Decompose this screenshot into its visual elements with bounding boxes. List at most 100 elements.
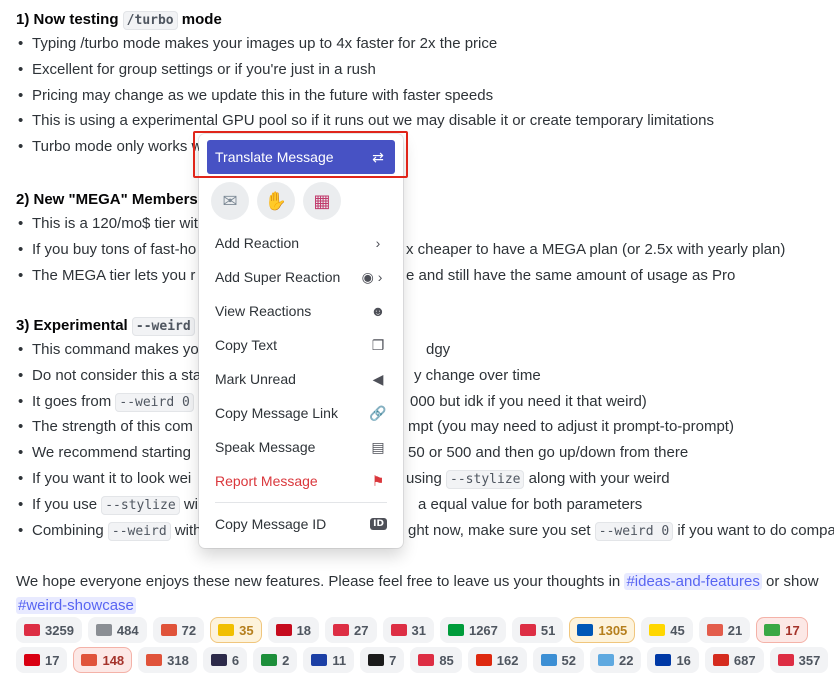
reaction-flag-kenya[interactable]: 7	[360, 647, 405, 673]
reaction-skull-crossbones[interactable]: 484	[87, 617, 147, 643]
reaction-red-symbol[interactable]: 51	[511, 617, 564, 643]
inline-code: --weird 0	[594, 521, 674, 541]
list-item: The MEGA tier lets you re and still have…	[16, 265, 735, 291]
section-heading: 2) New "MEGA" Members	[16, 191, 198, 208]
reaction-count: 27	[354, 622, 369, 638]
skull-crossbones-icon	[95, 624, 112, 636]
pixel-art-icon[interactable]: ▦	[303, 182, 341, 220]
reaction-red-heart-bandaged[interactable]: 21	[698, 617, 751, 643]
reaction-red-badge[interactable]: 72	[152, 617, 205, 643]
earth-globe-icon	[540, 654, 557, 666]
reaction-count: 17	[45, 652, 60, 668]
reaction-count: 17	[785, 622, 800, 638]
add-reaction-item[interactable]: Add Reaction ›	[207, 226, 395, 260]
speak-icon: ▤	[371, 438, 385, 455]
menu-divider	[215, 502, 387, 503]
inline-code: --stylize	[446, 469, 525, 489]
reaction-flag-spain[interactable]: 18	[267, 617, 320, 643]
red-symbol-icon	[519, 624, 536, 636]
reaction-count: 11	[332, 652, 347, 668]
vulcan-hand-icon[interactable]: ✋	[257, 182, 295, 220]
red-stamp-icon	[418, 654, 435, 666]
reaction-flag-armenia[interactable]: 17	[16, 647, 68, 673]
reaction-green-invader[interactable]: 17	[756, 617, 808, 643]
translate-icon: ⇄	[372, 148, 384, 165]
section-heading: 3) Experimental --weird	[16, 316, 202, 337]
flag-ukraine-icon	[649, 624, 666, 636]
reaction-flag-thailand[interactable]: 6	[202, 647, 248, 673]
reaction-red-stamp[interactable]: 85	[410, 647, 462, 673]
list-item: It goes from --weird 0000 but idk if you…	[16, 391, 647, 417]
list-item: This is a 120/mo$ tier wit	[16, 213, 198, 239]
reaction-flag-chile[interactable]: 16	[647, 647, 699, 673]
outro-text: We hope everyone enjoys these new featur…	[16, 573, 819, 614]
reaction-flag-brazil[interactable]: 1267	[439, 617, 506, 643]
red-flag-badge-icon	[777, 654, 794, 666]
reaction-red-flag-badge[interactable]: 357	[769, 647, 829, 673]
reaction-earth-globe[interactable]: 22	[589, 647, 642, 673]
section-weird: 3) Experimental --weird This command mak…	[16, 316, 834, 545]
inline-code: --stylize	[101, 495, 180, 515]
inline-code: --weird	[107, 521, 171, 541]
channel-link-weird-showcase[interactable]: #weird-showcase	[16, 597, 136, 614]
reaction-count: 18	[296, 622, 312, 638]
reaction-count: 148	[102, 652, 125, 668]
channel-link-ideas[interactable]: #ideas-and-features	[624, 573, 762, 590]
quick-reactions: ✉ ✋ ▦	[207, 174, 395, 226]
copy-message-id-item[interactable]: Copy Message ID ID	[207, 507, 395, 541]
envelope-icon[interactable]: ✉	[211, 182, 249, 220]
reaction-earth-globe[interactable]: 52	[532, 647, 584, 673]
copy-icon: ❐	[371, 336, 385, 353]
red-heart-icon	[24, 624, 40, 636]
flag-spain-icon	[275, 624, 292, 636]
reaction-party-popper[interactable]: 148	[73, 647, 133, 673]
reaction-flag-ukraine[interactable]: 1305	[569, 617, 636, 643]
party-popper-icon	[81, 654, 98, 666]
reaction-count: 35	[239, 622, 254, 638]
list-item: The strength of this commpt (you may nee…	[16, 416, 734, 442]
reaction-red-heart[interactable]: 3259	[16, 617, 82, 643]
view-reactions-item[interactable]: View Reactions ☻	[207, 294, 395, 328]
message-context-menu: Translate Message ⇄ ✉ ✋ ▦ Add Reaction › …	[199, 134, 403, 548]
translate-message-item[interactable]: Translate Message ⇄	[207, 140, 395, 174]
list-item: Pricing may change as we update this in …	[16, 85, 714, 111]
reaction-party-popper[interactable]: 318	[138, 647, 197, 673]
cross-mark-icon	[390, 624, 407, 636]
inline-code: --weird	[131, 317, 195, 336]
flag-saudi-icon	[261, 654, 278, 666]
reaction-count: 3259	[45, 622, 74, 638]
reaction-count: 2	[282, 652, 290, 668]
list-item: Typing /turbo mode makes your images up …	[16, 33, 714, 59]
reaction-count: 357	[798, 652, 821, 668]
reaction-count: 1305	[598, 622, 628, 638]
reaction-flag-china[interactable]: 162	[467, 647, 527, 673]
reactions-row: 17 148 318 6 2 11 7 85 162 52 22 16 687 357	[16, 647, 829, 673]
reaction-count: 687	[733, 652, 756, 668]
list-item: If you use --stylize wia equal value for…	[16, 494, 642, 520]
flag-icon: ⚑	[371, 472, 385, 489]
copy-message-link-item[interactable]: Copy Message Link 🔗	[207, 396, 395, 430]
list-item: We recommend starting50 or 500 and then …	[16, 442, 688, 468]
red-exclamation-icon	[333, 624, 350, 636]
smiley-icon: ☻	[370, 303, 386, 319]
flag-spain-icon	[218, 624, 235, 636]
reaction-flag-russia[interactable]: 11	[303, 647, 355, 673]
inline-code: --weird 0	[115, 392, 194, 412]
reaction-red-exclamation[interactable]: 27	[325, 617, 377, 643]
reaction-count: 7	[389, 652, 397, 668]
mark-unread-icon: ◀	[372, 370, 384, 387]
list-item: Do not consider this a stay change over …	[16, 365, 541, 391]
reaction-flag-ukraine[interactable]: 45	[641, 617, 693, 643]
speak-message-item[interactable]: Speak Message ▤	[207, 430, 395, 464]
reaction-cross-mark[interactable]: 31	[382, 617, 434, 643]
report-message-item[interactable]: Report Message ⚑	[207, 464, 395, 498]
section-heading: 1) Now testing /turbo mode	[16, 11, 222, 30]
flag-canada-icon	[712, 654, 729, 666]
mark-unread-item[interactable]: Mark Unread ◀	[207, 362, 395, 396]
reaction-flag-saudi[interactable]: 2	[253, 647, 298, 673]
copy-text-item[interactable]: Copy Text ❐	[207, 328, 395, 362]
add-super-reaction-item[interactable]: Add Super Reaction ◉ ›	[207, 260, 395, 294]
reaction-flag-canada[interactable]: 687	[704, 647, 764, 673]
reaction-count: 162	[496, 652, 519, 668]
reaction-flag-spain[interactable]: 35	[210, 617, 262, 643]
